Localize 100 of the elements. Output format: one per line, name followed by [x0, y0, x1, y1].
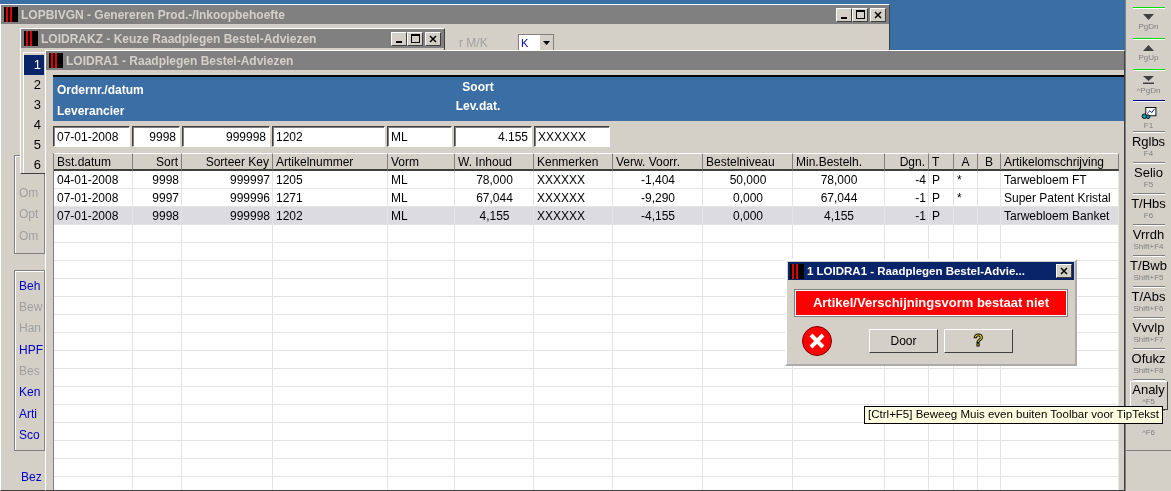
maximize-button[interactable]	[852, 7, 868, 22]
table-cell-text: 07-01-2008	[56, 208, 120, 225]
tooltip: [Ctrl+F5] Beweeg Muis even buiten Toolbar voor TipTekst	[864, 406, 1163, 424]
menu-link[interactable]: HPF	[19, 339, 43, 362]
list-item[interactable]: 5	[24, 135, 44, 155]
toolbar-button[interactable]: Ofukz Shift+F8	[1129, 350, 1168, 379]
input-field[interactable]: 999998	[182, 126, 270, 147]
table-cell-text: *	[956, 190, 963, 207]
header-label: Leverancier	[57, 103, 125, 118]
table-cell-text: 9997	[151, 190, 180, 207]
dialog-title: 1 LOIDRA1 - Raadplegen Bestel-Advie...	[807, 265, 1026, 277]
table-cell-text: -1,404	[640, 172, 676, 189]
table-cell-text: 1202	[275, 208, 304, 225]
input-field[interactable]: 07-01-2008	[53, 126, 130, 147]
table-cell-text: 67,044	[819, 190, 859, 207]
table-cell-text: 1205	[275, 172, 304, 189]
list-item[interactable]: 6	[24, 155, 44, 173]
table-cell-text: XXXXXX	[536, 208, 587, 225]
toolbar-button[interactable]: T/Hbs F6	[1129, 195, 1168, 224]
table-cell-text: 4,155	[478, 208, 511, 225]
table-cell-text: XXXXXX	[536, 190, 587, 207]
table-cell-text: ML	[390, 172, 409, 189]
app-icon	[49, 53, 63, 68]
input-field[interactable]: XXXXXX	[534, 126, 610, 147]
dialog-button[interactable]: Door	[869, 329, 938, 353]
table-cell-text: Tarwebloem FT	[1003, 172, 1088, 189]
column-header[interactable]: Vorm	[388, 153, 455, 171]
toolbar-button[interactable]: T/Abs Shift+F6	[1129, 288, 1168, 317]
close-icon	[1060, 267, 1068, 275]
table-cell-text: 4,155	[823, 208, 855, 225]
table-cell-text: 1271	[275, 190, 304, 207]
input-field[interactable]: ML	[387, 126, 452, 147]
menu-link[interactable]: Sco	[19, 424, 40, 447]
error-message: Artikel/Verschijningsvorm bestaat niet	[795, 290, 1067, 316]
toolbar-button[interactable]: Vvvlp Shift+F7	[1129, 319, 1168, 348]
column-header[interactable]: Verw. Voorr.	[613, 153, 703, 171]
table-cell-text: -1	[914, 190, 927, 207]
table-cell-text: -9,290	[640, 190, 676, 207]
table-cell-text: 07-01-2008	[56, 190, 120, 207]
caret-icon	[543, 40, 550, 45]
triangle-down-icon	[1143, 14, 1154, 20]
table-row[interactable]: 04-01-2008 9998 999997 1205 ML 78,000 XXXXXX -1,404 50,000 78,000 -4 P * Tarwebloem FT	[54, 171, 1119, 189]
minimize-button[interactable]	[391, 31, 407, 46]
table-cell-text: 50,000	[728, 172, 768, 189]
maximize-button[interactable]	[407, 31, 423, 46]
column-header[interactable]: Min.Bestelh.	[793, 153, 885, 171]
list-item[interactable]: 4	[24, 115, 44, 135]
header-label: Soort	[462, 79, 494, 94]
menu-link[interactable]: Arti	[19, 403, 37, 425]
toolbar-button[interactable]: T/Bwb Shift+F5	[1129, 257, 1168, 286]
toolbar-button[interactable]: Vrrdh Shift+F4	[1129, 226, 1168, 255]
list-item[interactable]: 1	[24, 55, 44, 75]
table-cell-text: Tarwebloem Banket	[1003, 208, 1111, 225]
column-header[interactable]: Bst.datum	[54, 153, 133, 171]
app-icon	[24, 31, 38, 46]
column-header[interactable]: Sort	[133, 153, 182, 171]
column-header[interactable]: B	[978, 153, 1001, 171]
menu-link[interactable]: Beh	[19, 275, 41, 298]
input-field[interactable]: 1202	[272, 126, 385, 147]
table-cell-text: 999998	[228, 208, 271, 225]
column-header[interactable]: Artikelomschrijving	[1001, 153, 1119, 171]
toolbar-button[interactable]: Selio F5	[1129, 164, 1168, 193]
input-field[interactable]: 9998	[132, 126, 180, 147]
column-header[interactable]: T	[929, 153, 954, 171]
close-button[interactable]	[1056, 264, 1072, 278]
selected-row[interactable]: 07-01-2008 9998 999998 1202 ML 4,155 XXXXXX -4,155 0,000 4,155 -1 P Tarwebloem Banket	[54, 207, 1119, 225]
column-header[interactable]: Sorteer Key	[182, 153, 273, 171]
header-label: Lev.dat.	[455, 98, 501, 113]
close-button[interactable]	[425, 31, 441, 46]
table-cell-text: P	[931, 208, 941, 225]
app-icon	[4, 7, 18, 22]
column-header[interactable]: Artikelnummer	[273, 153, 388, 171]
column-header[interactable]: Kenmerken	[534, 153, 613, 171]
minimize-icon	[396, 40, 402, 43]
table-cell-text: -4	[914, 172, 927, 189]
window-title: LOIDRA1 - Raadplegen Bestel-Adviezen	[66, 53, 295, 68]
table-cell-text: ML	[390, 190, 409, 207]
minimize-button[interactable]	[836, 7, 852, 22]
error-icon	[801, 325, 833, 357]
table-cell-text: 999996	[228, 190, 271, 207]
close-icon	[429, 34, 437, 43]
table-row[interactable]: 07-01-2008 9997 999996 1271 ML 67,044 XXXXXX -9,290 0,000 67,044 -1 P * Super Patent Kristal	[54, 189, 1119, 207]
column-header[interactable]: A	[954, 153, 978, 171]
column-header[interactable]: W. Inhoud	[455, 153, 534, 171]
list-item[interactable]: 3	[24, 95, 44, 115]
table-cell-text: *	[956, 172, 963, 189]
table-cell-text: ML	[390, 208, 409, 225]
table-cell-text: 67,044	[475, 190, 514, 207]
close-button[interactable]	[870, 7, 886, 22]
input-field[interactable]: 4.155	[454, 126, 532, 147]
list-item[interactable]: 2	[24, 75, 44, 95]
column-header[interactable]: Dgn.	[885, 153, 929, 171]
toolbar-button[interactable]: Rglbs F4	[1129, 133, 1168, 162]
table-cell-text: 9998	[151, 208, 180, 225]
menu-link[interactable]: Bez	[21, 470, 42, 485]
menu-link[interactable]: Ken	[19, 382, 41, 404]
maximize-icon	[410, 34, 420, 43]
maximize-icon	[855, 10, 865, 19]
column-header[interactable]: Bestelniveau	[703, 153, 793, 171]
app-icon	[790, 263, 804, 279]
